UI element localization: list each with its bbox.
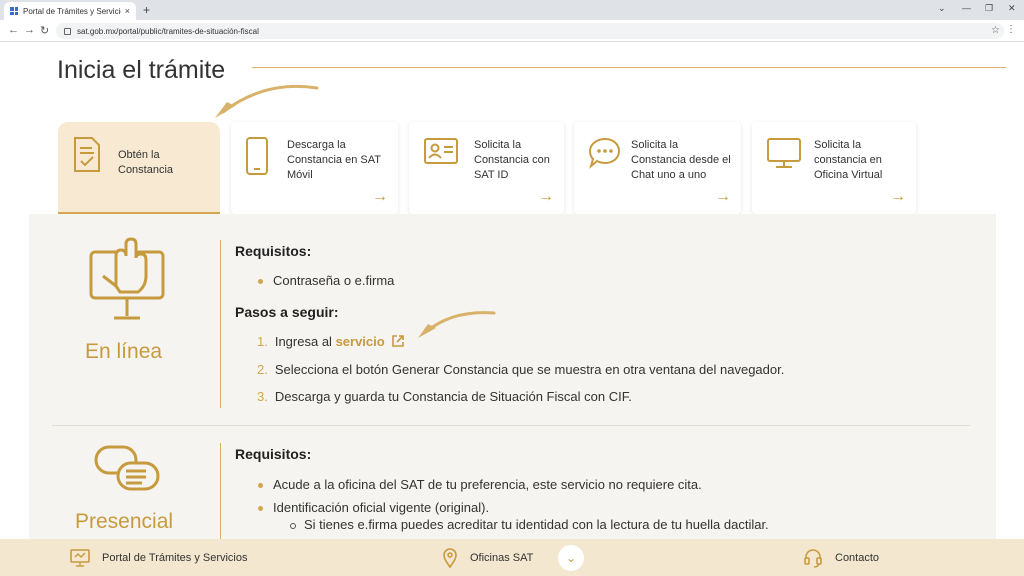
card-label: Obtén la Constancia xyxy=(118,149,174,176)
bookmark-star-icon[interactable]: ☆ xyxy=(991,25,1000,36)
sub-requirement-text: Si tienes e.firma puedes acreditar tu id… xyxy=(304,517,769,532)
card-label: Descarga la Constancia en SAT Móvil xyxy=(287,139,381,181)
card-obten-constancia[interactable]: Obtén la Constancia xyxy=(58,122,220,214)
circle-bullet-icon xyxy=(290,522,296,529)
requirement-text: Acude a la oficina del SAT de tu prefere… xyxy=(273,477,702,492)
forward-icon[interactable]: → xyxy=(24,24,35,36)
address-bar: ← → ↻ sat.gob.mx/portal/public/tramites-… xyxy=(0,20,1024,42)
requirement-item: Contraseña o e.firma xyxy=(258,273,394,288)
minimize-icon[interactable]: — xyxy=(962,3,971,13)
step-number: 2. xyxy=(257,362,268,377)
tab-search-icon[interactable]: ⌄ xyxy=(938,3,946,14)
card-oficina-virtual[interactable]: Solicita la constancia en Oficina Virtua… xyxy=(752,122,916,214)
step-number: 3. xyxy=(257,389,268,404)
mode-label-presencial: Presencial xyxy=(75,510,174,533)
bullet-icon xyxy=(258,483,263,489)
pointer-arrow-icon xyxy=(418,311,496,338)
step-text: Selecciona el botón Generar Constancia q… xyxy=(274,362,785,377)
requirement-text: Contraseña o e.firma xyxy=(273,273,395,288)
step-text: Ingresa al xyxy=(274,334,332,349)
footer-contact-label: Contacto xyxy=(835,551,880,564)
browser-menu-icon[interactable]: ⋮ xyxy=(1006,24,1016,35)
section-divider xyxy=(220,443,221,539)
footer-bar: Portal de Trámites y Servicios Oficinas … xyxy=(0,539,1024,576)
step-item-3: 3. Descarga y guarda tu Constancia de Sit… xyxy=(257,389,632,404)
reload-icon[interactable]: ↻ xyxy=(40,24,49,37)
arrow-right-icon: → xyxy=(538,188,554,205)
steps-heading: Pasos a seguir: xyxy=(235,304,339,320)
external-link-icon[interactable] xyxy=(391,334,405,348)
step-text: Descarga y guarda tu Constancia de Situa… xyxy=(274,389,632,404)
footer-offices-label: Oficinas SAT xyxy=(470,551,534,564)
card-sat-id[interactable]: Solicita la Constancia con SAT ID → xyxy=(409,122,564,214)
sat-favicon-icon xyxy=(10,7,18,15)
handshake-icon xyxy=(94,445,160,491)
footer-portal-link[interactable]: Portal de Trámites y Servicios xyxy=(70,539,248,576)
online-hand-monitor-icon xyxy=(89,237,165,320)
section-separator xyxy=(52,425,970,426)
requirement-item: Identificación oficial vigente (original… xyxy=(258,500,489,515)
smartphone-icon xyxy=(246,137,268,175)
url-field[interactable]: sat.gob.mx/portal/public/tramites-de-sit… xyxy=(56,23,1004,39)
tab-close-icon[interactable]: × xyxy=(125,6,130,16)
step-number: 1. xyxy=(257,334,268,349)
document-check-icon xyxy=(74,137,100,172)
page-title: Inicia el trámite xyxy=(57,56,226,84)
requirements-heading: Requisitos: xyxy=(235,243,312,259)
card-chat[interactable]: Solicita la Constancia desde el Chat uno… xyxy=(574,122,741,214)
url-text: sat.gob.mx/portal/public/tramites-de-sit… xyxy=(77,26,259,36)
footer-offices-link[interactable]: Oficinas SAT xyxy=(442,539,533,576)
pointer-arrow-icon xyxy=(215,84,319,118)
back-icon[interactable]: ← xyxy=(8,24,19,36)
maximize-icon[interactable]: ❐ xyxy=(985,3,993,14)
card-label: Solicita la Constancia con SAT ID xyxy=(474,139,550,181)
card-sat-movil[interactable]: Descarga la Constancia en SAT Móvil → xyxy=(231,122,398,214)
requirement-text: Identificación oficial vigente (original… xyxy=(273,500,490,515)
chat-bubble-icon xyxy=(588,137,621,169)
id-card-icon xyxy=(424,138,458,164)
step-item-2: 2. Selecciona el botón Generar Constancia… xyxy=(257,362,784,377)
footer-contact-link[interactable]: Contacto xyxy=(803,539,879,576)
site-info-icon[interactable] xyxy=(64,27,71,35)
arrow-right-icon: → xyxy=(372,188,388,205)
monitor-icon xyxy=(70,548,90,567)
servicio-link[interactable]: servicio xyxy=(336,334,385,349)
sub-requirement-item: Si tienes e.firma puedes acreditar tu id… xyxy=(290,517,769,532)
new-tab-button[interactable]: + xyxy=(143,3,150,17)
tab-title: Portal de Trámites y Servicios S xyxy=(23,6,121,16)
window-close-icon[interactable]: ✕ xyxy=(1008,3,1016,14)
section-divider xyxy=(220,240,221,408)
location-pin-icon xyxy=(443,547,457,568)
bullet-icon xyxy=(258,506,263,512)
browser-tab-bar: Portal de Trámites y Servicios S × + ⌄ —… xyxy=(0,0,1024,20)
title-divider xyxy=(252,67,1006,68)
card-label: Solicita la constancia en Oficina Virtua… xyxy=(814,139,883,181)
browser-tab[interactable]: Portal de Trámites y Servicios S × xyxy=(4,2,136,20)
card-label: Solicita la Constancia desde el Chat uno… xyxy=(631,139,731,181)
arrow-right-icon: → xyxy=(890,188,906,205)
requirements-heading: Requisitos: xyxy=(235,446,312,462)
headset-icon xyxy=(804,548,822,568)
step-item-1: 1. Ingresa al servicio xyxy=(257,334,405,349)
bullet-icon xyxy=(258,279,263,285)
mode-label-en-linea: En línea xyxy=(85,340,163,363)
chevron-down-icon: ⌄ xyxy=(565,551,577,565)
footer-portal-label: Portal de Trámites y Servicios xyxy=(102,551,248,564)
monitor-icon xyxy=(767,138,801,168)
requirement-item: Acude a la oficina del SAT de tu prefere… xyxy=(258,477,702,492)
footer-expand-button[interactable]: ⌄ xyxy=(558,545,584,571)
arrow-right-icon: → xyxy=(715,188,731,205)
